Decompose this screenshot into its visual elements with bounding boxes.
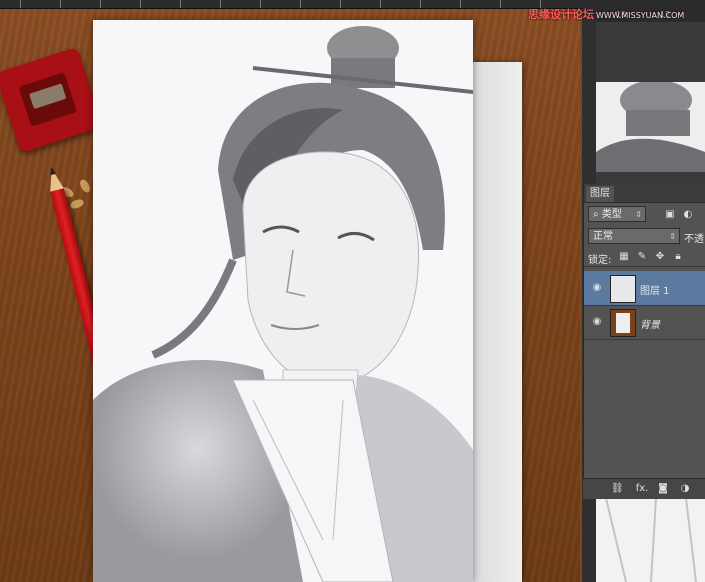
pencil-sharpener-image [0, 46, 103, 154]
adjustment-icon[interactable]: ◑ [679, 483, 691, 495]
layer-row-background[interactable]: ◉ 背景 [584, 305, 705, 340]
lock-paint-icon[interactable]: ✎ [636, 251, 648, 263]
filter-row: ⌕ 类型 ⇕ ▣ ◐ [584, 204, 705, 224]
chevron-updown-icon: ⇕ [635, 210, 642, 219]
search-icon: ⌕ [593, 209, 599, 220]
lock-row: 锁定: ▦ ✎ ✥ 🔒︎ [584, 248, 705, 267]
opacity-label: 不透 [684, 234, 704, 245]
chevron-updown-icon: ⇕ [669, 232, 676, 241]
pencil-sketch-portrait [93, 26, 473, 582]
watermark-text: 思缘设计论坛 [528, 8, 594, 21]
site-watermark: 思缘设计论坛 WWW.MISSYUAN.COM [528, 6, 684, 22]
lock-label: 锁定: [588, 255, 612, 266]
fx-icon[interactable]: fx. [633, 483, 651, 495]
layer-thumbnail [610, 309, 636, 337]
preview-thumbnail-top [596, 82, 705, 172]
pencil-shaving [78, 177, 92, 195]
lock-transparency-icon[interactable]: ▦ [618, 251, 630, 263]
layers-bottom-toolbar: ⛓ fx. ◙ ◑ [583, 478, 705, 499]
adjustment-filter-icon[interactable]: ◐ [682, 209, 694, 221]
layers-panel: 图层 ⌕ 类型 ⇕ ▣ ◐ 正常 ⇕ 不透 锁定: ▦ ✎ ✥ 🔒︎ ◉ 图层 … [583, 184, 705, 498]
filter-kind-label: 类型 [601, 209, 622, 220]
filter-kind-select[interactable]: ⌕ 类型 ⇕ [588, 206, 646, 222]
mask-icon[interactable]: ◙ [657, 483, 669, 495]
document-canvas[interactable] [0, 0, 580, 582]
layer-name: 图层 1 [640, 286, 670, 297]
layer-row-sketch[interactable]: ◉ 图层 1 [584, 271, 705, 306]
blend-mode-label: 正常 [593, 231, 613, 242]
layer-name: 背景 [640, 320, 660, 331]
sketch-paper [93, 20, 473, 582]
watermark-url: WWW.MISSYUAN.COM [596, 11, 685, 20]
layer-thumbnail [610, 275, 636, 303]
pencil-shaving [69, 197, 85, 211]
image-filter-icon[interactable]: ▣ [664, 209, 676, 221]
lock-all-icon[interactable]: 🔒︎ [672, 251, 684, 263]
visibility-eye-icon[interactable]: ◉ [590, 281, 604, 295]
layers-panel-tabbar: 图层 [584, 184, 705, 203]
blend-mode-select[interactable]: 正常 ⇕ [588, 228, 680, 244]
tab-layers[interactable]: 图层 [586, 186, 614, 202]
paper-sheet-back [470, 62, 522, 582]
link-icon[interactable]: ⛓ [611, 483, 624, 495]
visibility-eye-icon[interactable]: ◉ [590, 315, 604, 329]
preview-thumbnail-bottom [596, 498, 705, 582]
blend-row: 正常 ⇕ 不透 [584, 226, 705, 246]
lock-move-icon[interactable]: ✥ [654, 251, 666, 263]
